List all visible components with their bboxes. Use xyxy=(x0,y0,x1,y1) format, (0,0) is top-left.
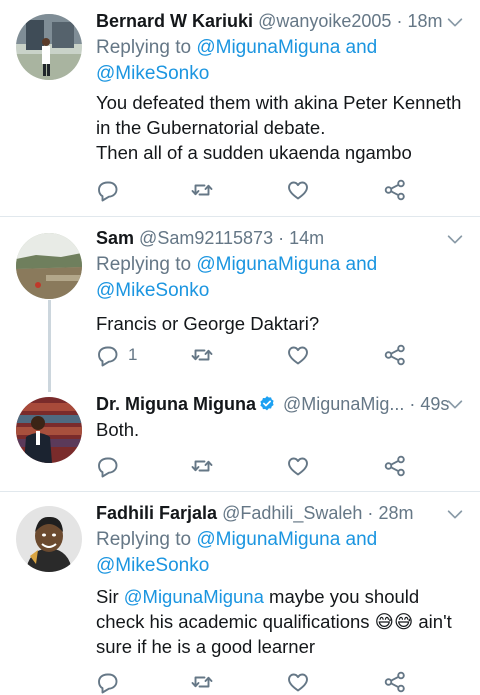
share-icon xyxy=(383,670,407,694)
emoji: 😅😅 xyxy=(374,611,414,632)
separator-dot: · xyxy=(367,503,374,523)
reply-button[interactable] xyxy=(96,669,120,695)
tweet-text: Sir @MigunaMiguna maybe you should check… xyxy=(96,584,466,659)
display-name[interactable]: Dr. Miguna Miguna xyxy=(96,394,256,414)
replying-to-label: Replying to xyxy=(96,254,192,275)
replying-to-label: Replying to xyxy=(96,529,192,550)
tweet-bernard[interactable]: Bernard W Kariuki @wanyoike2005 · 18m Re… xyxy=(0,0,480,216)
like-button[interactable] xyxy=(286,177,310,203)
mention-link[interactable]: @MigunaMiguna xyxy=(196,529,340,550)
user-handle[interactable]: @MigunaMig... xyxy=(283,394,404,414)
mention-link[interactable]: @MigunaMiguna xyxy=(196,254,340,275)
tweet-text: Both. xyxy=(96,417,470,442)
chevron-down-icon[interactable] xyxy=(444,393,466,415)
reply-button[interactable]: 1 xyxy=(96,342,137,368)
replying-to: Replying to @MigunaMiguna and @MikeSonko xyxy=(96,527,470,579)
user-handle[interactable]: @Sam92115873 xyxy=(139,228,273,248)
display-name[interactable]: Sam xyxy=(96,228,134,248)
retweet-button[interactable] xyxy=(190,342,214,368)
replying-to: Replying to @MigunaMiguna and @MikeSonko xyxy=(96,252,470,304)
retweet-icon xyxy=(190,454,214,478)
like-button[interactable] xyxy=(286,342,310,368)
separator-dot: · xyxy=(409,394,416,414)
reply-count: 1 xyxy=(128,345,138,364)
tweet-text-line: You defeated them with akina Peter Kenne… xyxy=(96,92,462,113)
avatar[interactable] xyxy=(16,233,82,299)
user-handle[interactable]: @wanyoike2005 xyxy=(258,11,391,31)
mention-link[interactable]: @MikeSonko xyxy=(96,280,209,301)
tweet-text: You defeated them with akina Peter Kenne… xyxy=(96,90,470,165)
retweet-icon xyxy=(190,343,214,367)
reply-button[interactable] xyxy=(96,177,120,203)
reply-icon xyxy=(96,343,120,367)
share-button[interactable] xyxy=(383,453,407,479)
replying-to: Replying to @MigunaMiguna and @MikeSonko xyxy=(96,35,470,87)
like-icon xyxy=(286,670,310,694)
like-button[interactable] xyxy=(286,669,310,695)
reply-icon xyxy=(96,670,120,694)
mention-link[interactable]: @MigunaMiguna xyxy=(196,37,340,58)
display-name[interactable]: Bernard W Kariuki xyxy=(96,11,253,31)
retweet-button[interactable] xyxy=(190,177,214,203)
reply-button[interactable] xyxy=(96,453,120,479)
replying-to-label: Replying to xyxy=(96,37,192,58)
like-icon xyxy=(286,454,310,478)
retweet-icon xyxy=(190,670,214,694)
share-icon xyxy=(383,178,407,202)
mention-link[interactable]: @MikeSonko xyxy=(96,555,209,576)
replying-and[interactable]: and xyxy=(346,37,378,58)
replying-and[interactable]: and xyxy=(346,254,378,275)
retweet-button[interactable] xyxy=(190,453,214,479)
share-icon xyxy=(383,343,407,367)
timestamp[interactable]: 28m xyxy=(378,503,413,523)
mention-link[interactable]: @MigunaMiguna xyxy=(124,586,264,607)
separator-dot: · xyxy=(396,11,403,31)
avatar[interactable] xyxy=(16,506,82,572)
avatar[interactable] xyxy=(16,397,82,463)
mention-link[interactable]: @MikeSonko xyxy=(96,63,209,84)
retweet-icon xyxy=(190,178,214,202)
share-button[interactable] xyxy=(383,342,407,368)
retweet-button[interactable] xyxy=(190,669,214,695)
like-icon xyxy=(286,178,310,202)
tweet-text-part: Sir xyxy=(96,586,124,607)
reply-icon xyxy=(96,454,120,478)
share-button[interactable] xyxy=(383,177,407,203)
avatar[interactable] xyxy=(16,14,82,80)
timestamp[interactable]: 14m xyxy=(289,228,324,248)
chevron-down-icon[interactable] xyxy=(444,11,466,33)
tweet-miguna[interactable]: Dr. Miguna Miguna @MigunaMig... · 49s Bo… xyxy=(0,385,480,490)
tweet-text: Francis or George Daktari? xyxy=(96,311,470,336)
verified-badge-icon xyxy=(260,396,274,411)
chevron-down-icon[interactable] xyxy=(444,503,466,525)
share-button[interactable] xyxy=(383,669,407,695)
tweet-fadhili[interactable]: Fadhili Farjala @Fadhili_Swaleh · 28m Re… xyxy=(0,492,480,683)
chevron-down-icon[interactable] xyxy=(444,228,466,250)
display-name[interactable]: Fadhili Farjala xyxy=(96,503,217,523)
tweet-text-line: Then all of a sudden ukaenda ngambo xyxy=(96,142,412,163)
replying-and[interactable]: and xyxy=(346,529,378,550)
timestamp[interactable]: 18m xyxy=(407,11,442,31)
like-icon xyxy=(286,343,310,367)
tweet-text-line: Francis or George Daktari? xyxy=(96,313,320,334)
tweet-text-line: in the Gubernatorial debate. xyxy=(96,117,326,138)
share-icon xyxy=(383,454,407,478)
separator-dot: · xyxy=(278,228,285,248)
reply-icon xyxy=(96,178,120,202)
tweet-text-line: Both. xyxy=(96,419,140,440)
like-button[interactable] xyxy=(286,453,310,479)
tweet-sam[interactable]: Sam @Sam92115873 · 14m Replying to @Migu… xyxy=(0,217,480,377)
user-handle[interactable]: @Fadhili_Swaleh xyxy=(222,503,362,523)
